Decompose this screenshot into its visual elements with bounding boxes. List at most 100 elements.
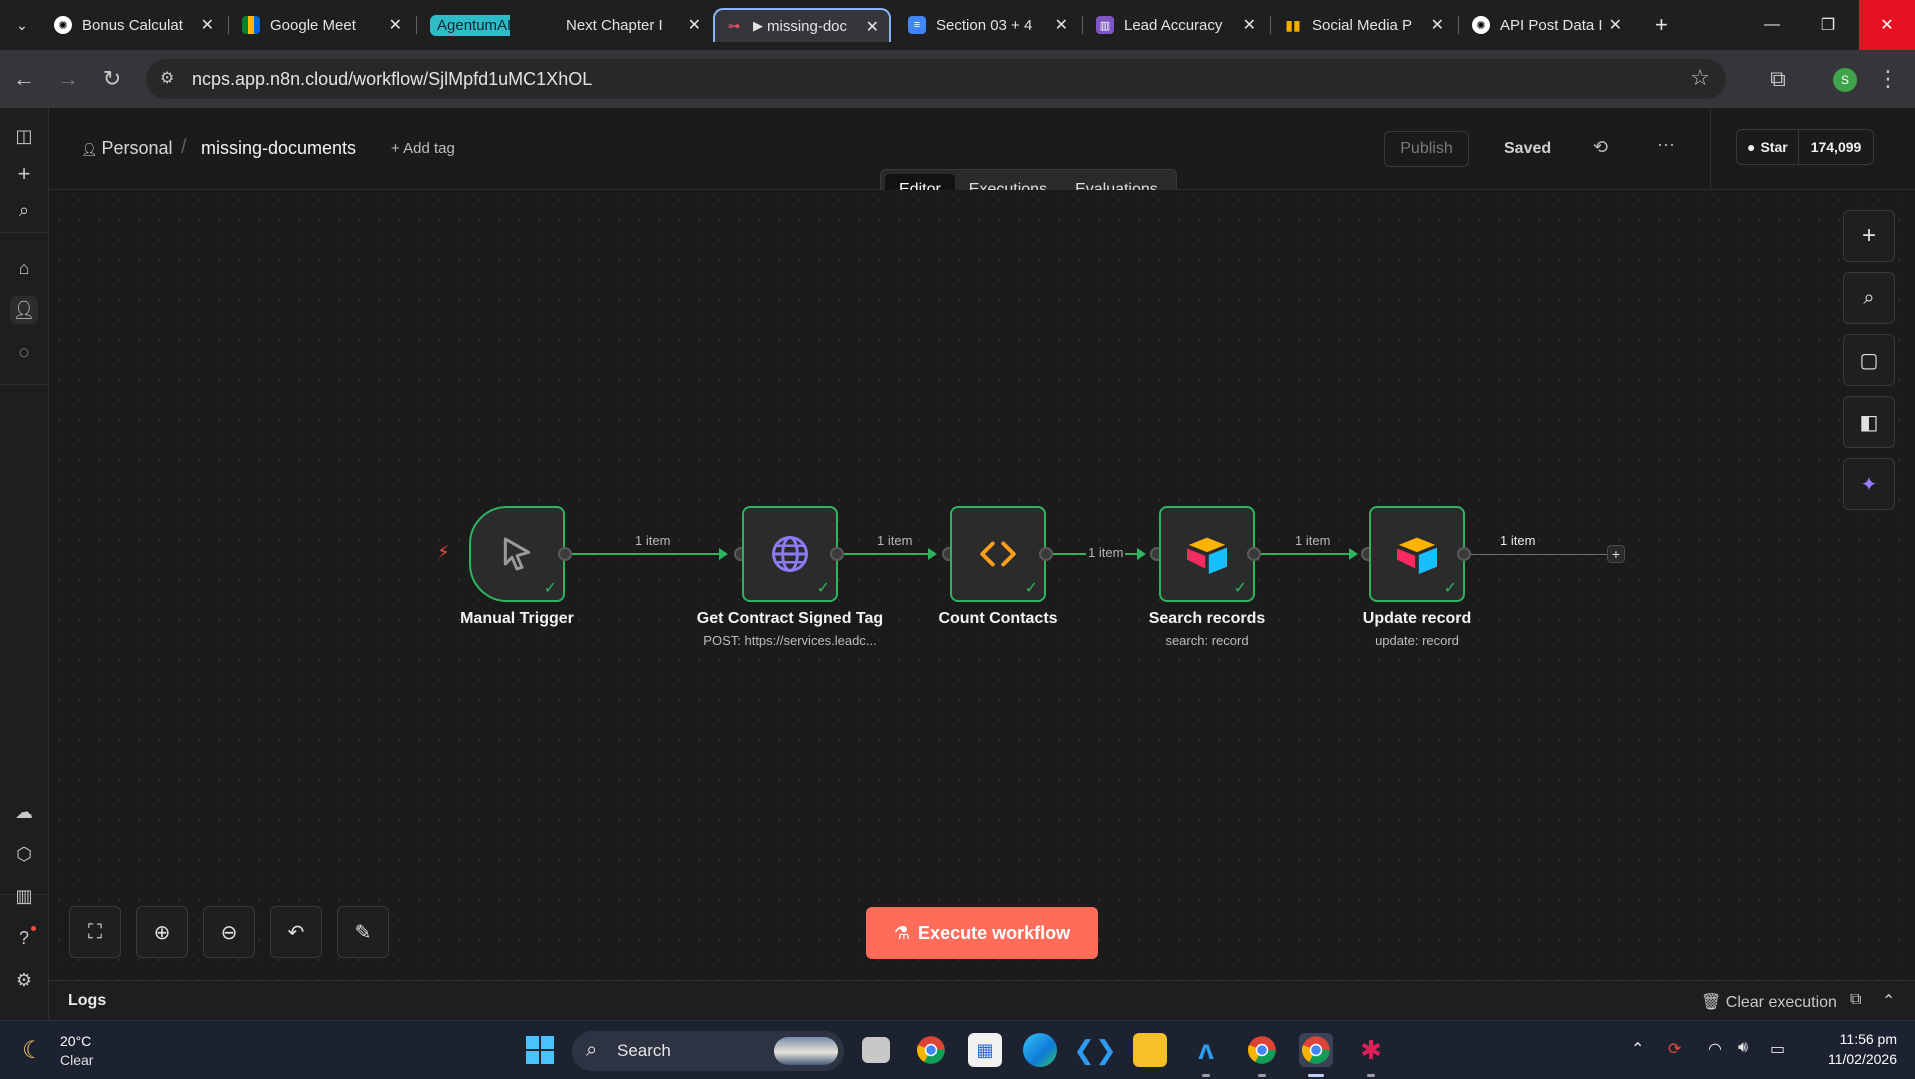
connection-edge[interactable] xyxy=(572,553,721,555)
forward-icon[interactable]: → xyxy=(52,63,84,95)
close-tab-icon[interactable]: ✕ xyxy=(688,15,701,35)
clear-execution-button[interactable]: 🗑︎ Clear execution xyxy=(1701,992,1837,1012)
connection-edge[interactable] xyxy=(1261,553,1351,555)
add-node-plus-icon[interactable]: + xyxy=(1607,545,1625,563)
create-icon[interactable]: + xyxy=(10,160,38,188)
minimize-icon[interactable]: — xyxy=(1744,0,1800,50)
extensions-icon[interactable]: ⧉ xyxy=(1762,63,1794,95)
clock-date[interactable]: 11/02/2026 xyxy=(1828,1051,1897,1067)
close-tab-icon[interactable]: ✕ xyxy=(389,15,402,35)
new-tab-button[interactable]: + xyxy=(1645,8,1675,42)
vscode-icon[interactable]: ❮❯ xyxy=(1073,1033,1117,1067)
chevron-up-icon[interactable]: ⌃ xyxy=(1882,991,1895,1011)
browser-tab-4[interactable]: ≡ Section 03 + 4 ✕ xyxy=(898,8,1078,42)
close-tab-icon[interactable]: ✕ xyxy=(1431,15,1444,35)
templates-icon[interactable]: ⬡ xyxy=(10,840,38,868)
sync-icon[interactable]: ⟳ xyxy=(1668,1039,1681,1059)
home-icon[interactable]: ⌂ xyxy=(10,254,38,282)
profile-avatar[interactable]: S xyxy=(1833,68,1857,92)
chrome-profile-icon[interactable] xyxy=(1245,1033,1279,1067)
close-tab-icon[interactable]: ✕ xyxy=(1243,15,1256,35)
reload-icon[interactable]: ↻ xyxy=(96,63,128,95)
output-handle[interactable] xyxy=(1457,547,1471,561)
tidy-up-icon[interactable]: ✎ xyxy=(337,906,389,958)
breadcrumb-project[interactable]: 👤︎ Personal xyxy=(81,138,173,159)
close-tab-icon[interactable]: ✕ xyxy=(1055,15,1068,35)
workflow-canvas[interactable]: ⚡︎ ✓ 1 item Manual Trigger ✓ 1 item Get … xyxy=(49,190,1915,980)
zoom-in-icon[interactable]: ⊕ xyxy=(136,906,188,958)
window-close-icon[interactable]: ✕ xyxy=(1859,0,1915,50)
edge-icon[interactable] xyxy=(1023,1033,1057,1067)
moon-weather-icon[interactable]: ☾ xyxy=(22,1036,44,1065)
output-handle[interactable] xyxy=(1247,547,1261,561)
node-search-records[interactable]: ✓ xyxy=(1159,506,1255,602)
tab-group-label[interactable]: AgentumAI xyxy=(420,8,510,42)
workflow-name[interactable]: missing-documents xyxy=(201,138,356,159)
browser-tab-5[interactable]: ▥ Lead Accuracy ✕ xyxy=(1086,8,1266,42)
add-tag-button[interactable]: + Add tag xyxy=(391,140,455,157)
clock-time[interactable]: 11:56 pm xyxy=(1840,1031,1897,1047)
browser-tab-2[interactable]: Next Chapter I ✕ xyxy=(556,8,711,42)
battery-icon[interactable]: ▭ xyxy=(1770,1039,1785,1059)
search-nodes-icon[interactable]: ⌕ xyxy=(1843,272,1895,324)
history-icon[interactable]: ⟲ xyxy=(1593,137,1608,158)
back-icon[interactable]: ← xyxy=(8,63,40,95)
help-icon[interactable]: ? xyxy=(10,924,38,952)
chrome-menu-icon[interactable]: ⋮ xyxy=(1872,63,1904,95)
restore-icon[interactable]: ❐ xyxy=(1800,0,1856,50)
output-handle[interactable] xyxy=(558,547,572,561)
ai-assistant-sparkle-icon[interactable]: ✦ xyxy=(1843,458,1895,510)
close-tab-icon[interactable]: ✕ xyxy=(866,17,879,37)
side-panel-icon[interactable]: ◧ xyxy=(1843,396,1895,448)
node-manual-trigger[interactable]: ✓ xyxy=(469,506,565,602)
site-info-icon[interactable]: ⚙ xyxy=(160,68,174,88)
node-update-record[interactable]: ✓ xyxy=(1369,506,1465,602)
file-explorer-icon[interactable] xyxy=(1133,1033,1167,1067)
task-view-icon[interactable] xyxy=(862,1037,890,1063)
chat-icon[interactable]: ◌ xyxy=(10,338,38,366)
close-tab-icon[interactable]: ✕ xyxy=(201,15,214,35)
store-icon[interactable]: ▦ xyxy=(968,1033,1002,1067)
bookmark-star-icon[interactable]: ☆ xyxy=(1690,65,1710,91)
cloud-icon[interactable]: ☁ xyxy=(10,798,38,826)
sticky-note-icon[interactable]: ▢ xyxy=(1843,334,1895,386)
output-handle[interactable] xyxy=(1039,547,1053,561)
settings-gear-icon[interactable]: ⚙ xyxy=(10,966,38,994)
publish-button[interactable]: Publish xyxy=(1384,131,1469,167)
wifi-icon[interactable]: ◠ xyxy=(1708,1039,1722,1059)
url-field[interactable]: ⚙ ncps.app.n8n.cloud/workflow/SjlMpfd1uM… xyxy=(146,59,1726,99)
node-get-contract-signed-tag[interactable]: ✓ xyxy=(742,506,838,602)
node-count-contacts[interactable]: ✓ xyxy=(950,506,1046,602)
browser-tab-0[interactable]: ✺ Bonus Calculat ✕ xyxy=(44,8,224,42)
main-sidebar: ◫ + ⌕ ⌂ 👤︎ ◌ ☁ ⬡ ▥ ? ⚙ xyxy=(0,108,49,1020)
add-node-button[interactable]: + xyxy=(1843,210,1895,262)
browser-tab-6[interactable]: ▮▮ Social Media P ✕ xyxy=(1274,8,1454,42)
chrome-active-icon[interactable] xyxy=(1299,1033,1333,1067)
taskbar-search[interactable]: ⌕ Search xyxy=(572,1031,844,1071)
windows-start-icon[interactable] xyxy=(523,1033,557,1067)
search-icon[interactable]: ⌕ xyxy=(10,196,38,224)
browser-tab-7[interactable]: ✺ API Post Data I ✕ xyxy=(1462,8,1632,42)
pop-out-icon[interactable]: ⧉ xyxy=(1850,991,1861,1009)
insights-icon[interactable]: ▥ xyxy=(10,882,38,910)
zoom-out-icon[interactable]: ⊖ xyxy=(203,906,255,958)
collapse-sidebar-icon[interactable]: ◫ xyxy=(10,122,38,150)
personal-icon[interactable]: 👤︎ xyxy=(10,296,38,324)
volume-icon[interactable]: 🔊︎ xyxy=(1738,1039,1748,1057)
connection-edge[interactable] xyxy=(844,553,930,555)
slack-icon[interactable]: ✱ xyxy=(1354,1033,1388,1067)
undo-icon[interactable]: ↶ xyxy=(270,906,322,958)
browser-tab-1[interactable]: Google Meet ✕ xyxy=(232,8,412,42)
github-star-button[interactable]: ● Star 174,099 xyxy=(1736,129,1875,165)
logs-panel-bar[interactable]: Logs 🗑︎ Clear execution ⧉ ⌃ xyxy=(49,980,1915,1020)
output-handle[interactable] xyxy=(830,547,844,561)
execute-workflow-button[interactable]: ⚗ Execute workflow xyxy=(866,907,1098,959)
chrome-icon[interactable] xyxy=(914,1033,948,1067)
fit-view-icon[interactable]: ⛶ xyxy=(69,906,121,958)
tray-chevron-up-icon[interactable]: ⌃ xyxy=(1631,1039,1644,1059)
more-options-icon[interactable]: ··· xyxy=(1657,134,1675,155)
tab-search-chevron-icon[interactable]: ⌄ xyxy=(6,9,38,41)
browser-tab-3[interactable]: ⊶ ▶ missing-doc ✕ xyxy=(713,8,891,42)
arc-app-icon[interactable]: ᴧ xyxy=(1189,1033,1223,1067)
close-tab-icon[interactable]: ✕ xyxy=(1609,15,1622,35)
